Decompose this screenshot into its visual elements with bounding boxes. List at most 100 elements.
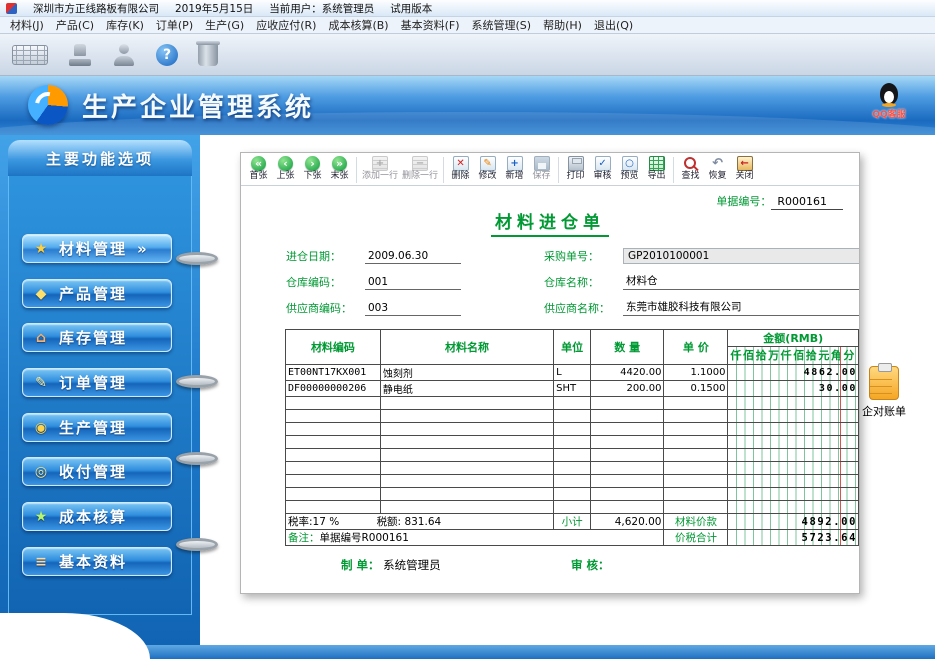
find-icon	[683, 156, 699, 171]
last-button[interactable]: » 末张	[326, 155, 353, 183]
print-button[interactable]: 打印	[562, 155, 589, 183]
po-number-label: 采购单号：	[544, 248, 623, 264]
table-row-empty[interactable]	[286, 397, 859, 410]
sidebar-item-product-management[interactable]: ◆ 产品管理	[22, 279, 172, 308]
stamp-icon[interactable]	[68, 43, 92, 67]
preview-label: 预览	[621, 171, 639, 182]
total-row: 备注：单据编号R000161 价税合计 5723.64	[286, 530, 859, 546]
new-button[interactable]: + 新增	[501, 155, 528, 183]
warehouse-name-field[interactable]: 材料仓	[623, 273, 860, 290]
maker-value: 系统管理员	[383, 558, 441, 572]
next-button[interactable]: › 下张	[299, 155, 326, 183]
save-button[interactable]: 保存	[528, 155, 555, 183]
warehouse-icon: ⌂	[33, 329, 51, 347]
cell-unit: SHT	[554, 381, 591, 397]
inbound-date-field[interactable]: 2009.06.30	[365, 250, 461, 264]
fields-right: 采购单号： GP2010100001 仓库名称： 材料仓 供应商名称： 东莞市雄…	[544, 247, 860, 325]
menu-basic-data[interactable]: 基本资料(F)	[395, 17, 466, 33]
toolbar-separator	[356, 157, 357, 183]
menu-production[interactable]: 生产(G)	[199, 17, 250, 33]
export-button[interactable]: 导出	[643, 155, 670, 183]
sidebar-item-cost-accounting[interactable]: ★ 成本核算	[22, 502, 172, 531]
menu-costing[interactable]: 成本核算(B)	[322, 17, 394, 33]
note-value[interactable]: 单据编号R000161	[320, 532, 409, 544]
po-number-field[interactable]: GP2010100001	[623, 248, 860, 264]
binder-ring	[176, 538, 218, 551]
menu-exit[interactable]: 退出(Q)	[588, 17, 639, 33]
col-unit-price: 单 价	[664, 330, 728, 365]
table-row-empty[interactable]	[286, 410, 859, 423]
reconcile-label: 企对账单	[856, 403, 912, 419]
toolbar-separator	[673, 157, 674, 183]
menu-product[interactable]: 产品(C)	[50, 17, 100, 33]
find-button[interactable]: 查找	[677, 155, 704, 183]
qq-support-button[interactable]: QQ客服	[863, 83, 915, 120]
menu-material[interactable]: 材料(J)	[4, 17, 50, 33]
subtotal-row: 税率:17 % 税额: 831.64 小计 4,620.00 材料价款 4892…	[286, 514, 859, 530]
restore-button[interactable]: ↶ 恢复	[704, 155, 731, 183]
qq-penguin-icon	[880, 83, 898, 105]
col-quantity: 数 量	[591, 330, 664, 365]
modify-button[interactable]: ✎ 修改	[474, 155, 501, 183]
warehouse-name-label: 仓库名称：	[544, 274, 623, 290]
table-row[interactable]: DF00000000206 静电纸 SHT 200.00 0.1500 30.0…	[286, 381, 859, 397]
sidebar-item-label: 产品管理	[59, 283, 127, 304]
menu-help[interactable]: 帮助(H)	[537, 17, 588, 33]
clipboard-icon	[869, 366, 899, 400]
form-title-row: 材料进仓单	[241, 208, 859, 237]
close-button[interactable]: ← 关闭	[731, 155, 758, 183]
amount-digit-columns: 仟佰拾万仟佰拾元角分	[728, 347, 859, 365]
sidebar-item-order-management[interactable]: ✎ 订单管理	[22, 368, 172, 397]
table-row-empty[interactable]	[286, 475, 859, 488]
menu-order[interactable]: 订单(P)	[150, 17, 199, 33]
grand-total-label: 价税合计	[664, 530, 728, 546]
last-label: 末张	[330, 171, 348, 182]
app-title: 生产企业管理系统	[82, 87, 314, 124]
quick-toolbar: ?	[0, 34, 935, 76]
app-icon	[6, 3, 17, 14]
cell-unit-price: 1.1000	[664, 365, 728, 381]
sidebar-item-basic-data[interactable]: ≡ 基本资料	[22, 547, 172, 576]
preview-button[interactable]: ○ 预览	[616, 155, 643, 183]
first-button[interactable]: « 首张	[245, 155, 272, 183]
form-title: 材料进仓单	[491, 208, 609, 237]
warehouse-code-field[interactable]: 001	[365, 276, 461, 290]
cell-amount: 4862.00	[728, 365, 859, 381]
star-icon: ★	[33, 508, 51, 526]
sidebar-item-payment-management[interactable]: ◎ 收付管理	[22, 457, 172, 486]
reconcile-statement-button[interactable]: 企对账单	[856, 366, 912, 419]
sidebar-item-label: 基本资料	[59, 551, 127, 572]
table-row[interactable]: ET00NT17KX001 蚀刻剂 L 4420.00 1.1000 4862.…	[286, 365, 859, 381]
tax-rate: 税率:17 %	[288, 516, 339, 528]
delete-row-button[interactable]: − 删除一行	[400, 155, 440, 183]
sidebar-item-material-management[interactable]: ★ 材料管理 »	[22, 234, 172, 263]
delete-button[interactable]: ✕ 删除	[447, 155, 474, 183]
table-row-empty[interactable]	[286, 436, 859, 449]
supplier-code-field[interactable]: 003	[365, 302, 461, 316]
sidebar-item-inventory-management[interactable]: ⌂ 库存管理	[22, 323, 172, 352]
trash-icon[interactable]	[198, 44, 218, 66]
menu-payables[interactable]: 应收应付(R)	[250, 17, 322, 33]
material-icon: ★	[33, 240, 51, 258]
tax-amount: 税额: 831.64	[377, 516, 442, 528]
keyboard-icon[interactable]	[12, 45, 48, 65]
prev-button[interactable]: ‹ 上张	[272, 155, 299, 183]
table-row-empty[interactable]	[286, 423, 859, 436]
sidebar-item-production-management[interactable]: ◉ 生产管理	[22, 413, 172, 442]
table-row-empty[interactable]	[286, 501, 859, 514]
user-icon[interactable]	[112, 43, 136, 67]
audit-button[interactable]: ✓ 审核	[589, 155, 616, 183]
add-row-button[interactable]: + 添加一行	[360, 155, 400, 183]
coin-icon: ◎	[33, 463, 51, 481]
menu-system[interactable]: 系统管理(S)	[466, 17, 538, 33]
supplier-name-field[interactable]: 东莞市雄胶科技有限公司	[623, 299, 860, 316]
help-icon[interactable]: ?	[156, 44, 178, 66]
table-row-empty[interactable]	[286, 449, 859, 462]
menu-inventory[interactable]: 库存(K)	[100, 17, 150, 33]
print-icon	[568, 156, 584, 171]
table-row-empty[interactable]	[286, 462, 859, 475]
subtotal-value: 4,620.00	[591, 514, 664, 530]
table-row-empty[interactable]	[286, 488, 859, 501]
col-amount: 金额(RMB)	[728, 330, 859, 347]
new-label: 新增	[506, 171, 524, 182]
